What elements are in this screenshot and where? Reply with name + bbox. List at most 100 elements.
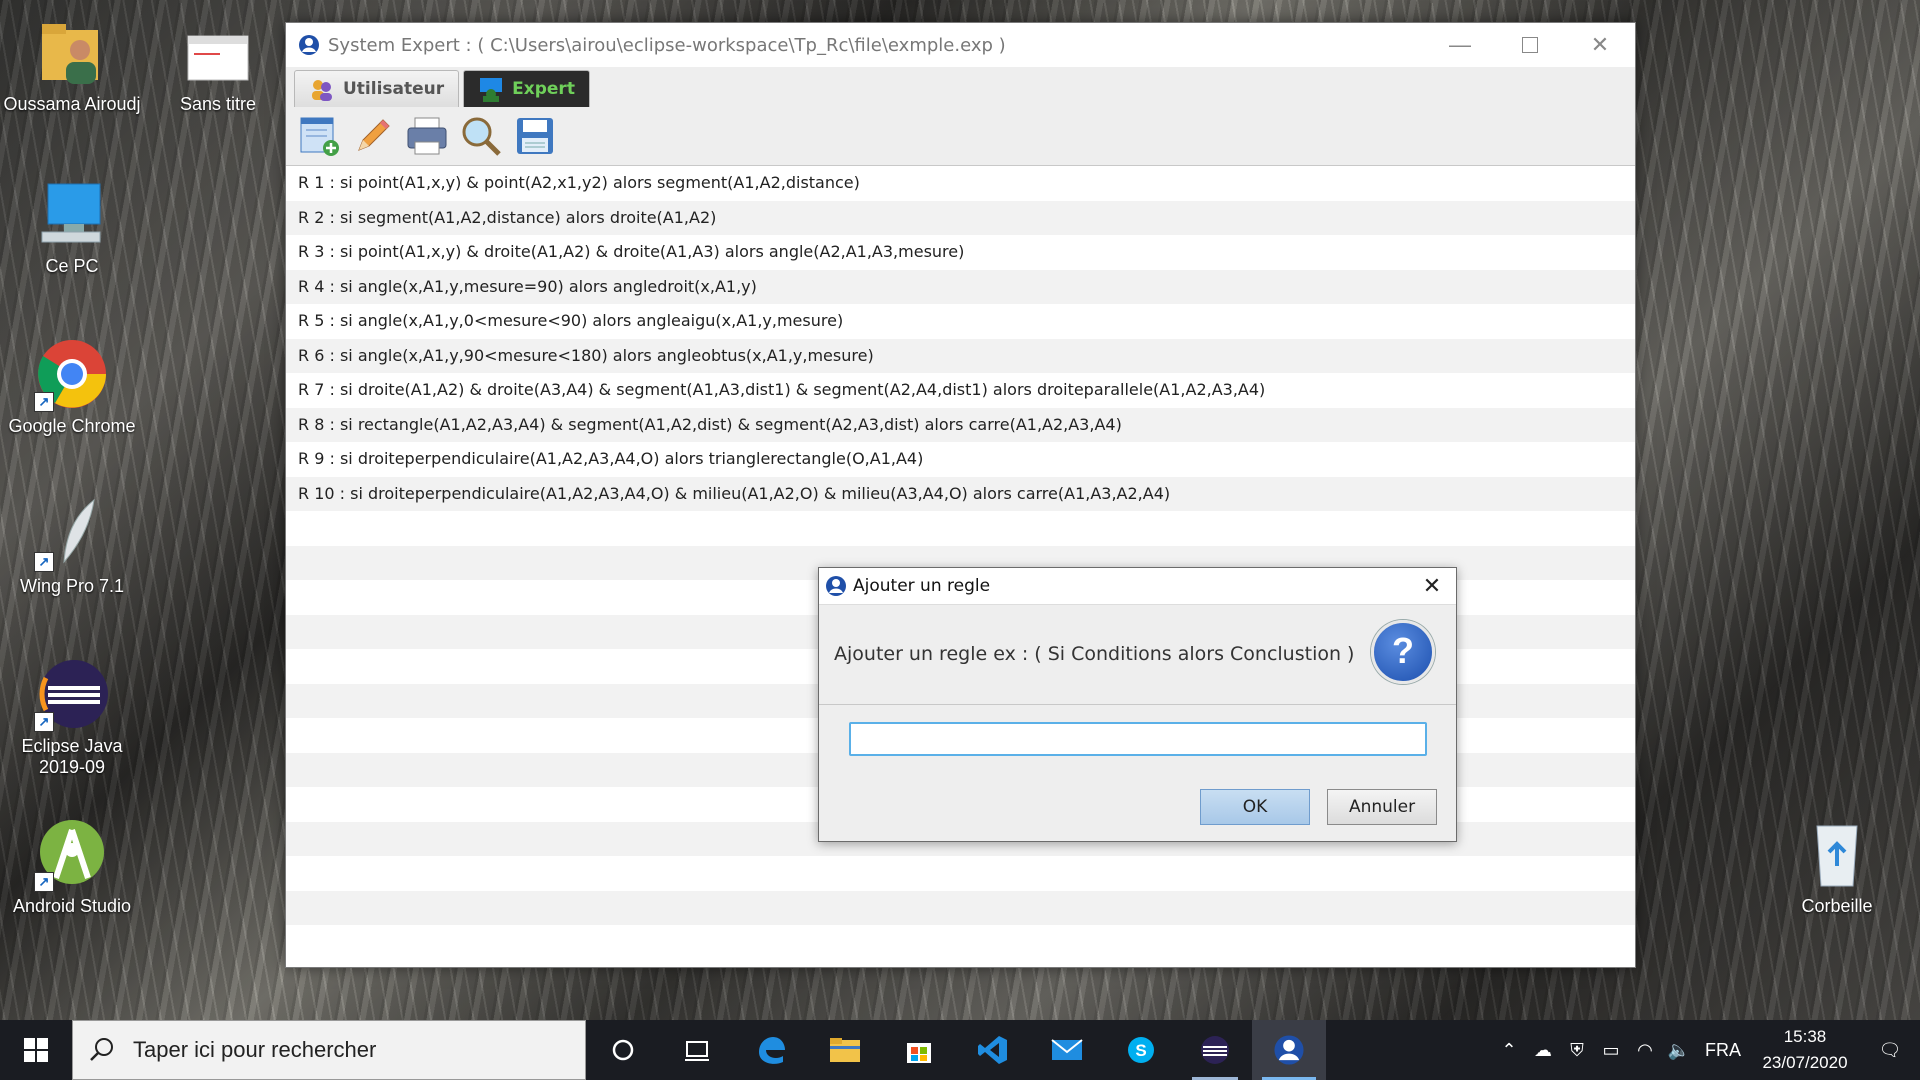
clock-time: 15:38	[1783, 1027, 1827, 1046]
rule-row[interactable]: R 10 : si droiteperpendiculaire(A1,A2,A3…	[286, 476, 1635, 511]
folder-icon	[830, 1038, 860, 1062]
tab-utilisateur[interactable]: Utilisateur	[294, 70, 460, 107]
clock[interactable]: 15:38 23/07/2020	[1750, 1024, 1860, 1076]
cancel-button[interactable]: Annuler	[1327, 789, 1437, 825]
app-icon	[299, 35, 319, 55]
expert-icon	[480, 78, 503, 102]
cortana-circle-icon	[612, 1039, 634, 1061]
add-rule-button[interactable]	[296, 113, 342, 159]
taskbar-file-explorer[interactable]	[808, 1020, 882, 1080]
desktop-icon-label: Google Chrome	[8, 416, 136, 436]
computer-icon	[34, 176, 110, 252]
svg-text:S: S	[1135, 1041, 1146, 1060]
skype-icon: S	[1128, 1037, 1154, 1063]
taskbar: Taper ici pour rechercher S ⌃ ☁ ⛨ ▭ ◠ 🔈 …	[0, 1020, 1920, 1080]
question-icon: ?	[1371, 620, 1435, 684]
cortana-button[interactable]	[586, 1020, 660, 1080]
dialog-titlebar[interactable]: Ajouter un regle ✕	[819, 568, 1456, 605]
desktop-icon-label: Wing Pro 7.1	[19, 576, 125, 596]
desktop-icon-label: Eclipse Java 2019-09	[21, 736, 123, 777]
rule-row[interactable]: R 2 : si segment(A1,A2,distance) alors d…	[286, 200, 1635, 235]
print-button[interactable]	[404, 113, 450, 159]
taskbar-store[interactable]	[882, 1020, 956, 1080]
window-titlebar[interactable]: System Expert : ( C:\Users\airou\eclipse…	[286, 23, 1635, 67]
maximize-button[interactable]	[1495, 23, 1565, 67]
shortcut-arrow-icon: ↗	[34, 712, 54, 732]
taskbar-skype[interactable]: S	[1104, 1020, 1178, 1080]
search-icon	[90, 1038, 113, 1061]
rule-row[interactable]: R 7 : si droite(A1,A2) & droite(A3,A4) &…	[286, 373, 1635, 408]
desktop-icon-google-chrome[interactable]: ↗ Google Chrome	[0, 336, 147, 437]
app-icon	[826, 576, 846, 596]
rule-row[interactable]: R 4 : si angle(x,A1,y,mesure=90) alors a…	[286, 269, 1635, 304]
users-icon	[312, 80, 332, 101]
security-alert-icon[interactable]: ⛨	[1560, 1040, 1594, 1061]
empty-row	[286, 890, 1635, 925]
shortcut-arrow-icon: ↗	[34, 392, 54, 412]
minimize-button[interactable]: —	[1425, 23, 1495, 67]
rule-row[interactable]: R 1 : si point(A1,x,y) & point(A2,x1,y2)…	[286, 166, 1635, 201]
desktop-icon-recycle-bin[interactable]: Corbeille	[1762, 816, 1912, 917]
notification-center-icon[interactable]: 🗨	[1860, 1040, 1920, 1061]
wifi-icon[interactable]: ◠	[1628, 1040, 1662, 1061]
battery-icon[interactable]: ▭	[1594, 1040, 1628, 1061]
clock-date: 23/07/2020	[1762, 1053, 1848, 1072]
ok-button[interactable]: OK	[1200, 789, 1310, 825]
tab-expert[interactable]: Expert	[463, 70, 590, 107]
taskbar-edge[interactable]	[734, 1020, 808, 1080]
desktop-icon-label: Android Studio	[12, 896, 132, 916]
desktop-icon-label: Oussama Airoudj	[3, 94, 141, 114]
dialog-divider	[819, 704, 1456, 705]
recycle-bin-icon	[1799, 816, 1875, 892]
close-icon: ✕	[1590, 32, 1610, 57]
tab-label: Utilisateur	[343, 79, 445, 99]
onedrive-cloud-icon[interactable]: ☁	[1526, 1040, 1560, 1061]
desktop-icon-wing-pro[interactable]: ↗ Wing Pro 7.1	[0, 496, 147, 597]
desktop-icon-sans-titre[interactable]: Sans titre	[143, 14, 293, 115]
edit-rule-button[interactable]	[350, 113, 396, 159]
desktop-icon-ce-pc[interactable]: Ce PC	[0, 176, 147, 277]
eclipse-icon: ↗	[34, 656, 110, 732]
wing-feather-icon: ↗	[34, 496, 110, 572]
tab-bar: Utilisateur Expert	[286, 67, 1635, 107]
desktop-icon-user-folder[interactable]: Oussama Airoudj	[0, 14, 147, 115]
search-placeholder: Taper ici pour rechercher	[133, 1037, 377, 1062]
toolbar	[286, 107, 1635, 166]
mail-icon	[1051, 1039, 1083, 1060]
desktop-icon-eclipse[interactable]: ↗ Eclipse Java 2019-09	[0, 656, 147, 778]
search-button[interactable]	[458, 113, 504, 159]
taskbar-mail[interactable]	[1030, 1020, 1104, 1080]
android-studio-icon: ↗	[34, 816, 110, 892]
volume-icon[interactable]: 🔈	[1662, 1040, 1696, 1061]
windows-logo-icon	[24, 1038, 48, 1062]
maximize-icon	[1522, 37, 1538, 53]
save-button[interactable]	[512, 113, 558, 159]
chrome-icon: ↗	[34, 336, 110, 412]
tray-chevron-up-icon[interactable]: ⌃	[1492, 1040, 1526, 1061]
taskbar-search-box[interactable]: Taper ici pour rechercher	[72, 1020, 586, 1080]
rule-row[interactable]: R 3 : si point(A1,x,y) & droite(A1,A2) &…	[286, 235, 1635, 270]
language-indicator[interactable]: FRA	[1696, 1040, 1750, 1061]
task-view-button[interactable]	[660, 1020, 734, 1080]
printer-icon	[407, 117, 447, 155]
close-button[interactable]: ✕	[1565, 23, 1635, 67]
rule-row[interactable]: R 9 : si droiteperpendiculaire(A1,A2,A3,…	[286, 442, 1635, 477]
desktop-icon-label: Ce PC	[45, 256, 99, 276]
save-floppy-icon	[517, 118, 553, 154]
add-rule-icon	[300, 117, 339, 156]
taskbar-eclipse[interactable]	[1178, 1020, 1252, 1080]
dialog-close-button[interactable]: ✕	[1418, 572, 1446, 600]
minimize-icon: —	[1449, 32, 1471, 57]
rule-row[interactable]: R 5 : si angle(x,A1,y,0<mesure<90) alors…	[286, 304, 1635, 339]
start-button[interactable]	[0, 1020, 72, 1080]
vscode-icon	[978, 1036, 1007, 1064]
search-icon	[462, 117, 501, 156]
dialog-message: Ajouter un regle ex : ( Si Conditions al…	[834, 643, 1355, 665]
rule-row[interactable]: R 8 : si rectangle(A1,A2,A3,A4) & segmen…	[286, 407, 1635, 442]
rule-row[interactable]: R 6 : si angle(x,A1,y,90<mesure<180) alo…	[286, 338, 1635, 373]
taskbar-vscode[interactable]	[956, 1020, 1030, 1080]
rule-input[interactable]	[849, 722, 1427, 756]
desktop-icon-android-studio[interactable]: ↗ Android Studio	[0, 816, 147, 917]
taskbar-system-expert[interactable]	[1252, 1020, 1326, 1080]
empty-row	[286, 856, 1635, 891]
